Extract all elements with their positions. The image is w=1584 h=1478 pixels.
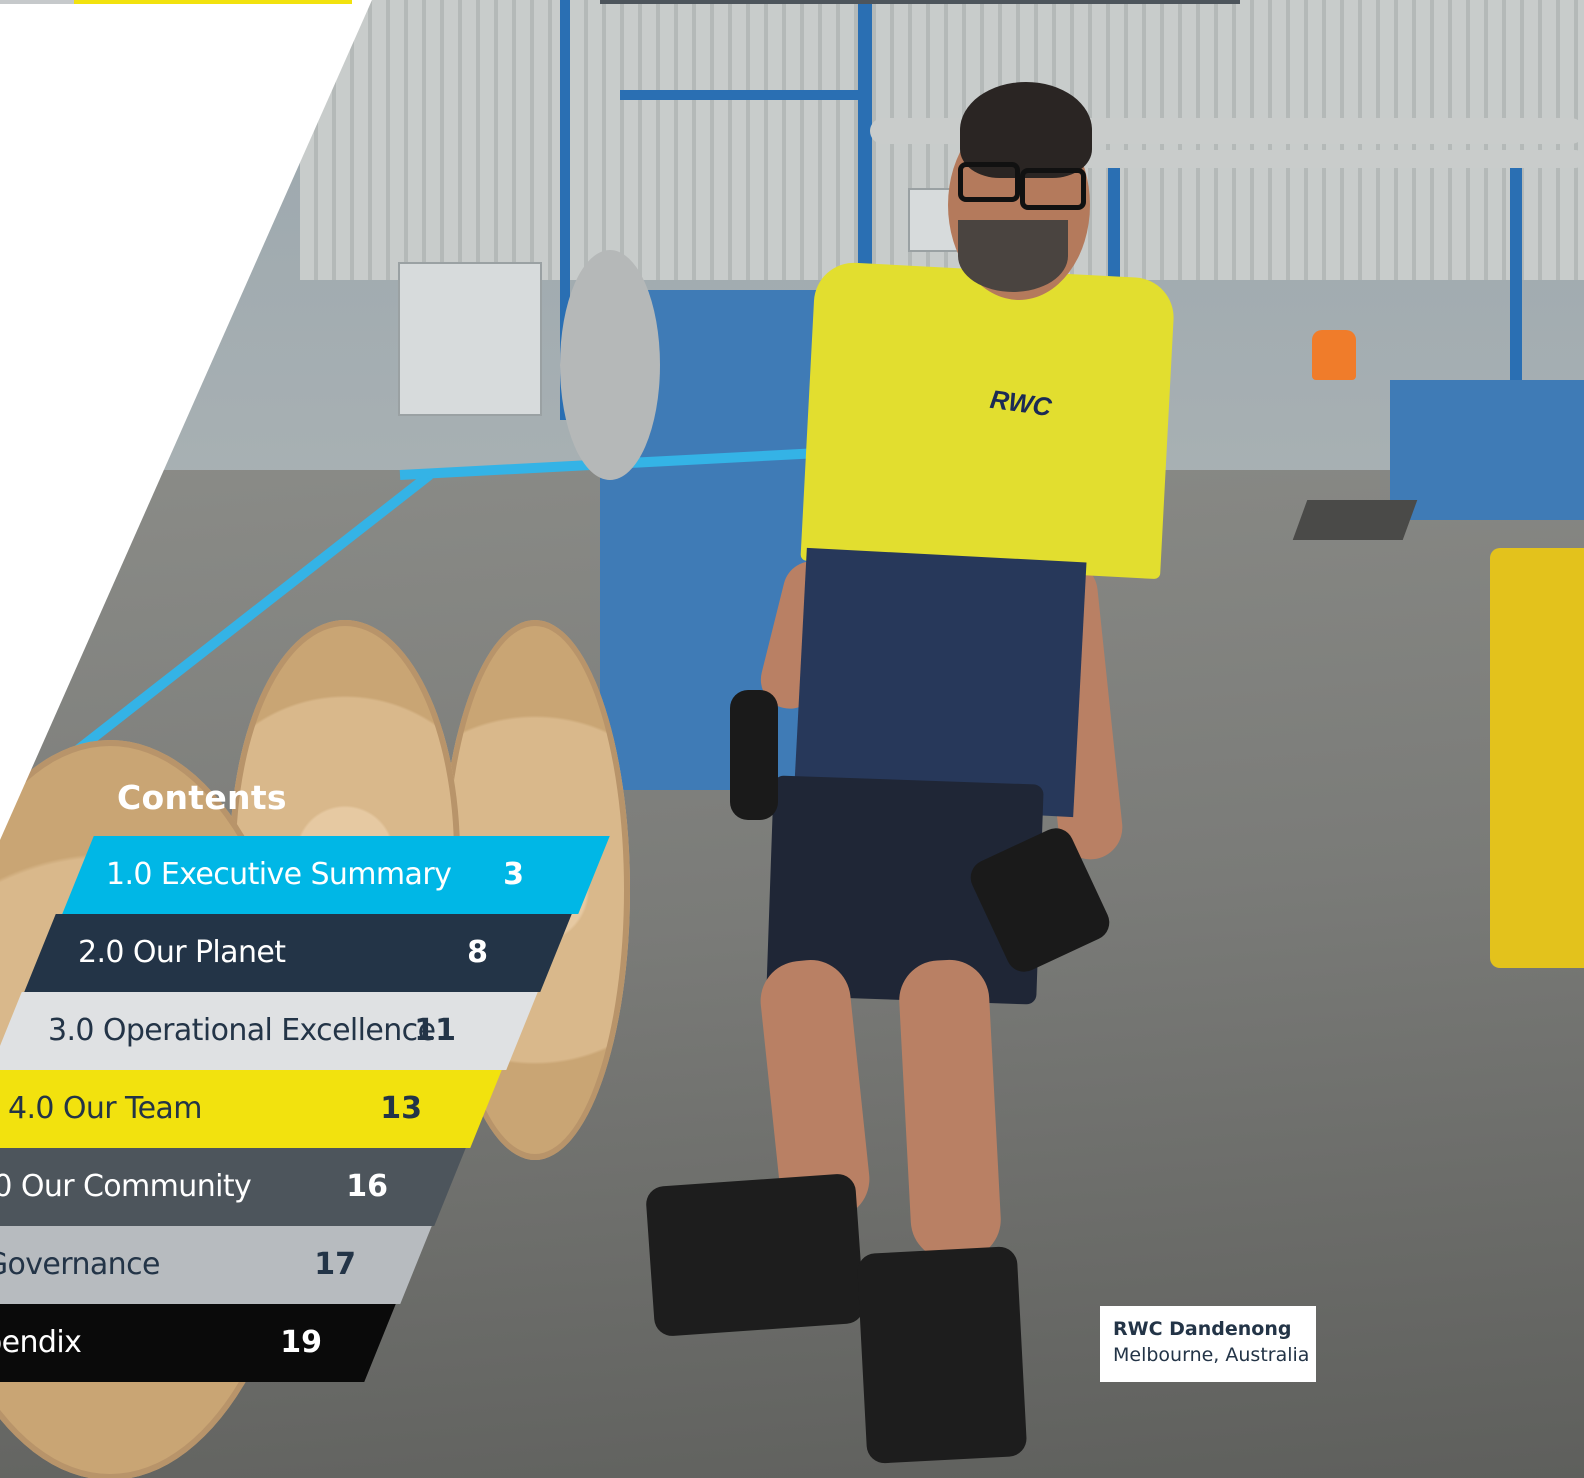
- contents-heading: Contents: [117, 778, 287, 817]
- toc-item[interactable]: 5.0 Our Community 16: [0, 1148, 466, 1226]
- toc-item-page: 16: [346, 1169, 388, 1204]
- boot-right: [856, 1245, 1028, 1465]
- caption-site: RWC Dandenong: [1113, 1318, 1292, 1340]
- toc-item[interactable]: 4.0 Our Team 13: [0, 1070, 502, 1148]
- control-panel: [398, 262, 542, 416]
- toc-item-page: 8: [467, 935, 488, 970]
- toc-item-label: 4.0 Our Team: [7, 1091, 202, 1126]
- toc-item[interactable]: 1.0 Executive Summary 3: [62, 836, 610, 914]
- overhead-duct: [1080, 150, 1584, 168]
- shirt-hi-vis: [800, 260, 1176, 580]
- toc-item-page: 19: [280, 1325, 322, 1360]
- toc-item-label: 2.0 Our Planet: [78, 935, 286, 970]
- production-line: [1390, 380, 1584, 520]
- photo-caption: RWC Dandenong Melbourne, Australia: [1100, 1306, 1316, 1382]
- toc-item[interactable]: 7.0 Appendix 19: [0, 1304, 396, 1382]
- top-accent-yellow: [74, 0, 352, 4]
- background-worker: [1312, 330, 1356, 380]
- metal-reel: [560, 250, 660, 480]
- toc-item-label: 5.0 Our Community: [0, 1169, 252, 1204]
- beard: [958, 220, 1068, 292]
- glasses-left: [958, 162, 1020, 202]
- toc-item[interactable]: 6.0 Governance 17: [0, 1226, 432, 1304]
- toc-item-label: 6.0 Governance: [0, 1247, 160, 1282]
- toc-item-label: 7.0 Appendix: [0, 1325, 82, 1360]
- toc-item[interactable]: 3.0 Operational Excellence 11: [0, 992, 538, 1070]
- top-accent-dark: [600, 0, 1240, 4]
- toc-item-page: 11: [414, 1013, 456, 1048]
- toc-item-label: 3.0 Operational Excellence: [48, 1013, 436, 1048]
- toc-item-page: 17: [314, 1247, 356, 1282]
- glove-left: [730, 690, 778, 820]
- toc-item-page: 3: [503, 857, 524, 892]
- glasses-right: [1020, 168, 1086, 210]
- top-accent-grey: [0, 0, 74, 4]
- toc-item[interactable]: 2.0 Our Planet 8: [24, 914, 572, 992]
- boot-left: [645, 1172, 865, 1338]
- floor-mat: [1292, 500, 1418, 540]
- yellow-bin: [1490, 548, 1584, 968]
- steel-beam: [620, 90, 870, 100]
- toc-item-label: 1.0 Executive Summary: [106, 857, 452, 892]
- toc-item-page: 13: [380, 1091, 422, 1126]
- caption-location: Melbourne, Australia: [1113, 1344, 1310, 1366]
- leg-right: [897, 957, 1003, 1263]
